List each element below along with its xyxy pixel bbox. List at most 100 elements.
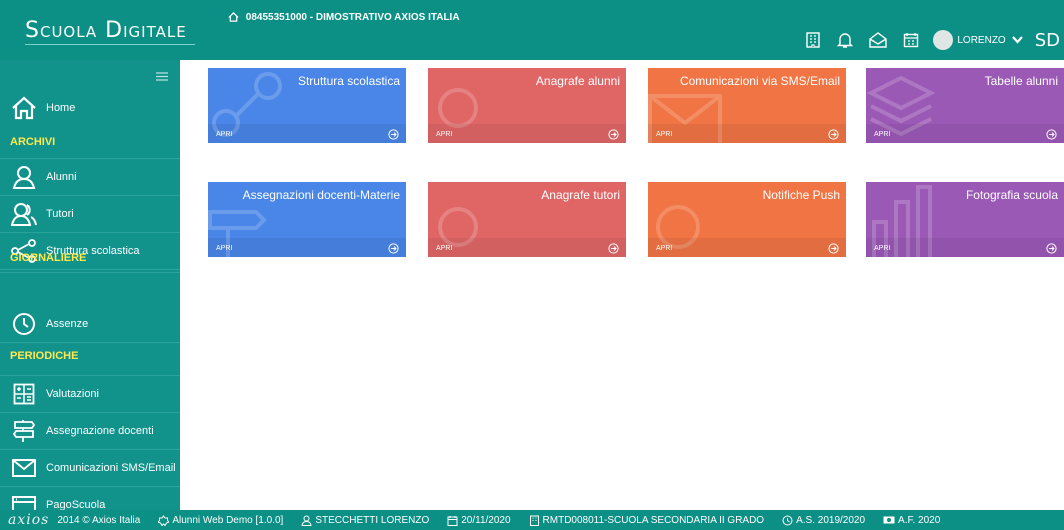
section-archivi: ARCHIVI <box>10 136 56 148</box>
signpost-icon <box>10 418 38 444</box>
sidebar-item-home[interactable]: Home <box>0 90 180 126</box>
tile-anagrafe-tutori[interactable]: Anagrafe tutori APRI <box>428 182 626 257</box>
footer-as: A.S. 2019/2020 <box>782 515 865 526</box>
tile-title: Comunicazioni via SMS/Email <box>679 74 840 88</box>
tile-comunicazioni[interactable]: Comunicazioni via SMS/Email APRI <box>648 68 846 143</box>
tile-title: Tabelle alunni <box>984 74 1058 88</box>
sidebar-item-label: PagoScuola <box>46 499 106 510</box>
tile-tabelle-alunni[interactable]: Tabelle alunni APRI <box>866 68 1064 143</box>
footer-user: STECCHETTI LORENZO <box>301 515 429 526</box>
tile-anagrafe-alunni[interactable]: Anagrafe alunni APRI <box>428 68 626 143</box>
avatar <box>933 30 954 50</box>
arrow-circle-right-icon[interactable] <box>828 243 839 254</box>
tile-footer <box>648 238 846 257</box>
hamburger-icon[interactable] <box>156 68 168 86</box>
tile-assegnazioni-docenti[interactable]: Assegnazioni docenti-Materie APRI <box>208 182 406 257</box>
tile-open-link[interactable]: APRI <box>656 131 672 138</box>
tile-open-link[interactable]: APRI <box>216 131 232 138</box>
window-icon <box>10 492 38 510</box>
arrow-circle-right-icon[interactable] <box>828 129 839 140</box>
footer-as-text: A.S. 2019/2020 <box>796 514 866 526</box>
tile-footer <box>428 238 626 257</box>
axios-logo: axios <box>8 512 50 528</box>
section-periodiche: PERIODICHE <box>10 350 79 362</box>
home-small-icon <box>228 12 239 22</box>
tile-open-link[interactable]: APRI <box>874 245 890 252</box>
arrow-circle-right-icon[interactable] <box>388 129 399 140</box>
user-icon <box>301 515 312 526</box>
arrow-circle-right-icon[interactable] <box>1046 129 1057 140</box>
clock-icon <box>782 515 793 525</box>
tile-open-link[interactable]: APRI <box>216 245 232 252</box>
copyright: 2014 © Axios Italia <box>57 514 141 526</box>
tile-footer <box>428 124 626 143</box>
sidebar-item-label: Assegnazione docenti <box>46 425 154 437</box>
tile-title: Struttura scolastica <box>297 74 400 88</box>
tile-struttura-scolastica[interactable]: Struttura scolastica APRI <box>208 68 406 143</box>
sidebar-item-label: Tutori <box>46 208 74 220</box>
tile-title: Fotografia scuola <box>965 188 1058 202</box>
calendar-icon[interactable] <box>903 32 919 48</box>
mail-open-icon[interactable] <box>869 32 888 48</box>
sidebar-item-tutori[interactable]: Tutori <box>0 196 180 233</box>
brand[interactable]: Scuola Digitale <box>0 0 205 60</box>
top-icons: LORENZO SD <box>797 26 1064 54</box>
sidebar-item-alunni[interactable]: Alunni <box>0 159 180 196</box>
sidebar-item-comunicazioni[interactable]: Comunicazioni SMS/Email <box>0 450 180 487</box>
sidebar-item-valutazioni[interactable]: Valutazioni <box>0 376 180 413</box>
home-icon <box>10 95 38 121</box>
tile-footer <box>648 124 846 143</box>
users-icon <box>10 201 38 227</box>
section-giornaliere: GIORNALIERE <box>10 252 87 264</box>
tile-footer <box>866 238 1064 257</box>
tile-open-link[interactable]: APRI <box>436 245 452 252</box>
sidebar-item-label: Home <box>46 102 76 114</box>
chevron-down-icon <box>1011 36 1023 44</box>
arrow-circle-right-icon[interactable] <box>1046 243 1057 254</box>
user-name: LORENZO <box>957 34 1006 46</box>
arrow-circle-right-icon[interactable] <box>608 129 619 140</box>
brand-underline <box>25 44 195 45</box>
footer-date: 20/11/2020 <box>447 514 511 526</box>
arrow-circle-right-icon[interactable] <box>388 243 399 254</box>
tile-title: Anagrafe alunni <box>535 74 620 88</box>
brand-title: Scuola Digitale <box>25 18 187 43</box>
footer-date-text: 20/11/2020 <box>461 514 511 526</box>
tile-open-link[interactable]: APRI <box>874 131 890 138</box>
calculator-icon <box>10 381 38 407</box>
sidebar-item-label: Comunicazioni SMS/Email <box>46 462 176 474</box>
tile-footer <box>866 124 1064 143</box>
clock-icon <box>10 311 38 337</box>
top-bar: Scuola Digitale 08455351000 - DIMOSTRATI… <box>0 0 1064 60</box>
sidebar-item-assenze[interactable]: Assenze <box>0 306 180 343</box>
sidebar-item-assegnazione-docenti[interactable]: Assegnazione docenti <box>0 413 180 450</box>
footer-school-text: RMTD008011-SCUOLA SECONDARIA II GRADO <box>542 514 765 526</box>
tile-open-link[interactable]: APRI <box>656 245 672 252</box>
tile-notifiche-push[interactable]: Notifiche Push APRI <box>648 182 846 257</box>
badge-icon <box>158 514 170 526</box>
building-icon <box>529 515 539 526</box>
sidebar-item-label: Assenze <box>46 318 89 330</box>
user-menu[interactable]: LORENZO <box>933 30 1023 50</box>
money-icon <box>883 516 895 524</box>
footer-af: A.F. 2020 <box>883 515 940 526</box>
school-header-text: 08455351000 - DIMOSTRATIVO AXIOS ITALIA <box>245 12 460 23</box>
footer-school: RMTD008011-SCUOLA SECONDARIA II GRADO <box>529 514 765 526</box>
tile-title: Anagrafe tutori <box>541 188 620 202</box>
sidebar-item-label: Alunni <box>46 171 77 183</box>
app-version: Alunni Web Demo [1.0.0] <box>158 515 283 526</box>
tile-open-link[interactable]: APRI <box>436 131 452 138</box>
status-bar: axios 2014 © Axios Italia Alunni Web Dem… <box>0 510 1064 530</box>
sidebar-item-pagoscuola[interactable]: PagoScuola <box>0 487 180 510</box>
tile-footer <box>208 124 406 143</box>
bell-icon[interactable] <box>837 32 854 49</box>
arrow-circle-right-icon[interactable] <box>608 243 619 254</box>
tile-fotografia-scuola[interactable]: Fotografia scuola APRI <box>866 182 1064 257</box>
tile-title: Assegnazioni docenti-Materie <box>242 188 400 202</box>
building-icon[interactable] <box>805 32 821 48</box>
tile-footer <box>208 238 406 257</box>
sidebar: Home ARCHIVI Alunni Tutori Struttura sco… <box>0 60 180 510</box>
app-version-text: Alunni Web Demo [1.0.0] <box>172 514 284 526</box>
user-icon <box>10 164 38 190</box>
envelope-icon <box>10 455 38 481</box>
